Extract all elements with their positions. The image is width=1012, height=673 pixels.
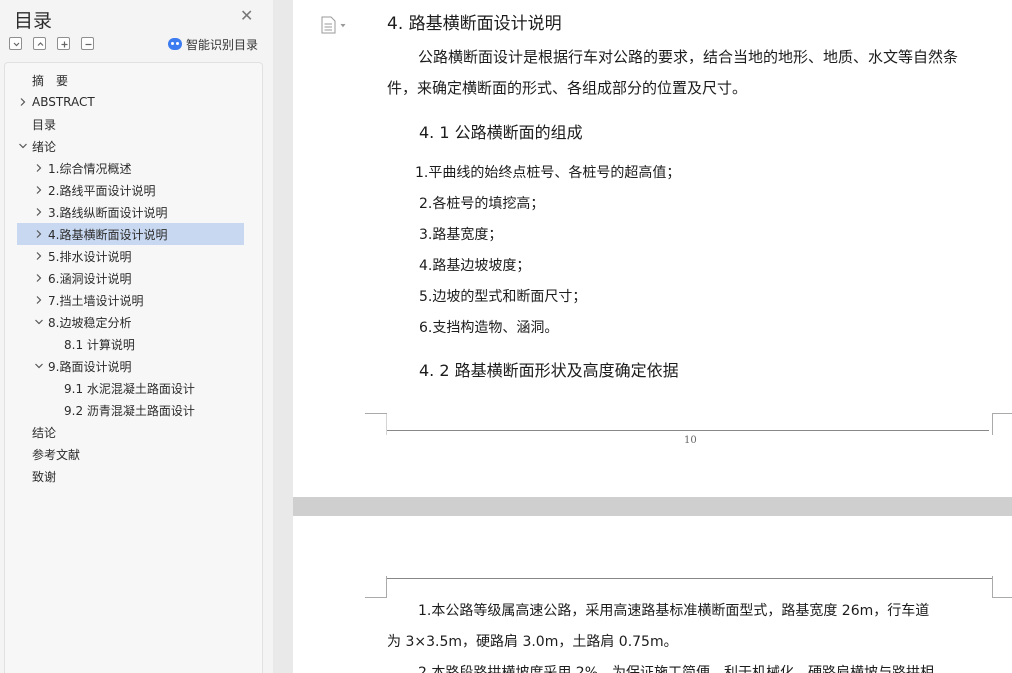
- list-item: 2.各桩号的填挖高；: [419, 196, 545, 212]
- footer-rule: [387, 430, 989, 431]
- page-corner-mark: [992, 413, 1012, 435]
- heading-section-4: 4. 路基横断面设计说明: [387, 14, 562, 34]
- list-item: 6.支挡构造物、涵洞。: [419, 320, 559, 336]
- toc-item-label: 9.路面设计说明: [48, 359, 132, 374]
- toc-item-label: ABSTRACT: [32, 95, 95, 109]
- toc-sidebar: 目录 ✕ 智能识别目录 摘 要 ABSTRACT 目录绪论 1.综合情况概述 2.路线平…: [0, 0, 273, 673]
- toc-item[interactable]: 2.路线平面设计说明: [5, 179, 262, 201]
- chevron-right-icon[interactable]: [33, 223, 45, 245]
- toc-item-label: 1.综合情况概述: [48, 161, 132, 176]
- toc-item[interactable]: 8.1 计算说明: [5, 333, 262, 355]
- chevron-right-icon[interactable]: [33, 267, 45, 289]
- toc-item[interactable]: 9.1 水泥混凝土路面设计: [5, 377, 262, 399]
- document-page-1: [293, 0, 1012, 497]
- toc-item[interactable]: 目录: [5, 113, 262, 135]
- toc-item-label: 摘 要: [32, 73, 69, 88]
- page-corner-mark: [365, 576, 387, 598]
- paragraph-line: 公路横断面设计是根据行车对公路的要求，结合当地的地形、地质、水文等自然条: [418, 48, 959, 66]
- toc-tree: 摘 要 ABSTRACT 目录绪论 1.综合情况概述 2.路线平面设计说明 3.路线纵断面…: [4, 62, 263, 673]
- list-item: 4.路基边坡坡度；: [419, 258, 531, 274]
- toc-item-label: 8.边坡稳定分析: [48, 315, 132, 330]
- chevron-right-icon[interactable]: [33, 179, 45, 201]
- toc-item-label: 2.路线平面设计说明: [48, 183, 156, 198]
- sidebar-title: 目录: [14, 10, 53, 32]
- toc-item-label: 3.路线纵断面设计说明: [48, 205, 168, 220]
- page-number: 10: [684, 435, 697, 446]
- toc-item[interactable]: 6.涵洞设计说明: [5, 267, 262, 289]
- paragraph-line: 2.本路段路拱横坡度采用 2%，为保证施工简便，利于机械化，硬路肩横坡与路拱相: [418, 665, 935, 673]
- toc-item[interactable]: 5.排水设计说明: [5, 245, 262, 267]
- chevron-down-icon[interactable]: [33, 355, 45, 377]
- toc-item[interactable]: 摘 要: [5, 69, 262, 91]
- collapse-all-button[interactable]: [9, 37, 22, 50]
- toc-item[interactable]: 4.路基横断面设计说明: [17, 223, 244, 245]
- chevron-right-icon[interactable]: [33, 289, 45, 311]
- toc-item-label: 7.挡土墙设计说明: [48, 293, 144, 308]
- toc-item-label: 结论: [32, 425, 57, 440]
- toc-item[interactable]: 参考文献: [5, 443, 262, 465]
- toc-item-label: 致谢: [32, 469, 57, 484]
- toc-item[interactable]: 3.路线纵断面设计说明: [5, 201, 262, 223]
- heading-section-4-1: 4. 1 公路横断面的组成: [419, 123, 583, 142]
- toc-item[interactable]: 7.挡土墙设计说明: [5, 289, 262, 311]
- toc-item-label: 目录: [32, 117, 57, 132]
- toc-item-label: 9.1 水泥混凝土路面设计: [64, 381, 195, 396]
- toc-item[interactable]: 1.综合情况概述: [5, 157, 262, 179]
- toc-item-label: 绪论: [32, 139, 57, 154]
- toc-item-label: 9.2 沥青混凝土路面设计: [64, 403, 195, 418]
- chevron-down-icon[interactable]: [33, 311, 45, 333]
- document-options-icon[interactable]: [320, 16, 350, 38]
- heading-section-4-2: 4. 2 路基横断面形状及高度确定依据: [419, 361, 679, 380]
- header-rule: [387, 578, 993, 579]
- toc-item[interactable]: 9.路面设计说明: [5, 355, 262, 377]
- toc-item[interactable]: 结论: [5, 421, 262, 443]
- page-corner-mark: [992, 576, 1012, 598]
- ai-robot-icon: [168, 38, 182, 50]
- list-item: 5.边坡的型式和断面尺寸；: [419, 289, 587, 305]
- list-item: 3.路基宽度；: [419, 227, 503, 243]
- toc-item-label: 4.路基横断面设计说明: [48, 227, 168, 242]
- toc-item-label: 6.涵洞设计说明: [48, 271, 132, 286]
- chevron-right-icon[interactable]: [33, 157, 45, 179]
- toc-item[interactable]: 致谢: [5, 465, 262, 487]
- toc-item[interactable]: ABSTRACT: [5, 91, 262, 113]
- page-corner-mark: [365, 413, 387, 435]
- toc-item-label: 5.排水设计说明: [48, 249, 132, 264]
- chevron-right-icon[interactable]: [33, 245, 45, 267]
- paragraph-line: 件，来确定横断面的形式、各组成部分的位置及尺寸。: [387, 79, 748, 97]
- expand-up-button[interactable]: [33, 37, 46, 50]
- add-heading-button[interactable]: [57, 37, 70, 50]
- toc-item-label: 参考文献: [32, 447, 81, 462]
- toc-item[interactable]: 9.2 沥青混凝土路面设计: [5, 399, 262, 421]
- paragraph-line: 为 3×3.5m，硬路肩 3.0m，土路肩 0.75m。: [387, 634, 678, 650]
- toc-item[interactable]: 8.边坡稳定分析: [5, 311, 262, 333]
- list-item: 1.平曲线的始终点桩号、各桩号的超高值；: [415, 165, 681, 181]
- smart-toc-button[interactable]: 智能识别目录: [168, 36, 258, 52]
- chevron-down-icon[interactable]: [17, 135, 29, 157]
- close-icon[interactable]: ✕: [240, 6, 253, 25]
- chevron-right-icon[interactable]: [17, 91, 29, 113]
- paragraph-line: 1.本公路等级属高速公路，采用高速路基标准横断面型式，路基宽度 26m，行车道: [418, 603, 930, 619]
- toc-item-label: 8.1 计算说明: [64, 337, 135, 352]
- chevron-right-icon[interactable]: [33, 201, 45, 223]
- remove-heading-button[interactable]: [81, 37, 94, 50]
- toc-item[interactable]: 绪论: [5, 135, 262, 157]
- smart-toc-label: 智能识别目录: [186, 37, 259, 52]
- page-separator: [293, 497, 1012, 516]
